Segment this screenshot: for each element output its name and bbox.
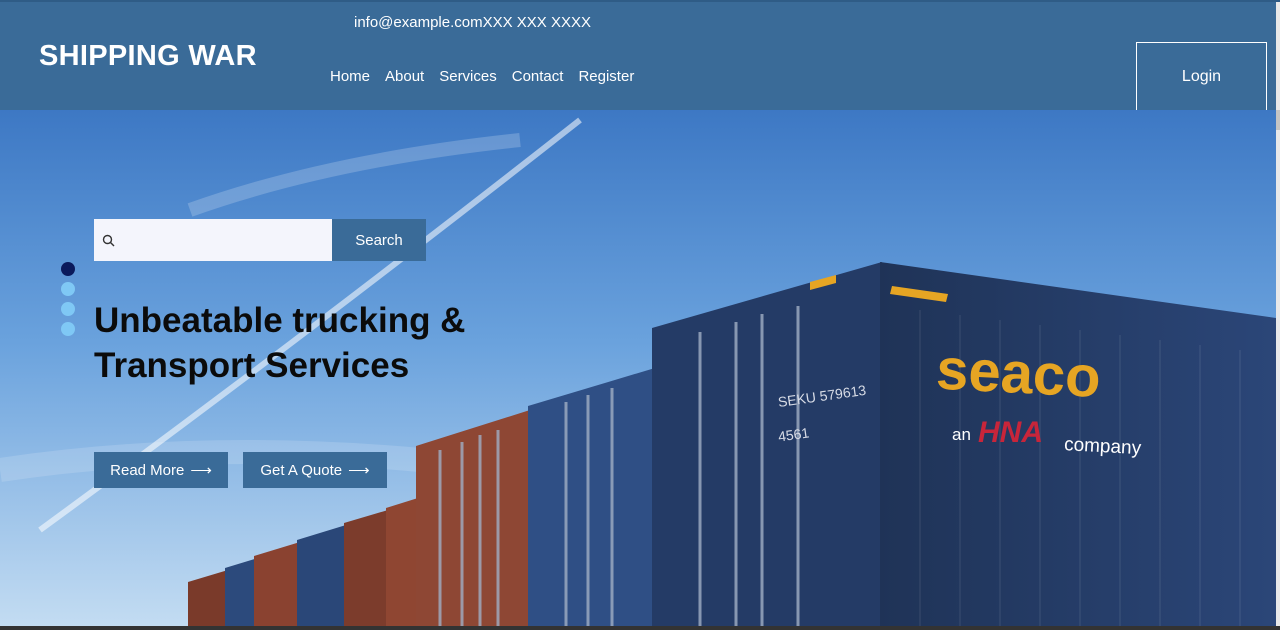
slider-dot-4[interactable] [61, 322, 75, 336]
nav-home[interactable]: Home [330, 68, 370, 85]
search-field[interactable] [94, 219, 332, 261]
bottom-edge [0, 626, 1280, 630]
login-button[interactable]: Login [1136, 42, 1267, 112]
contact-info: info@example.comXXX XXX XXXX [354, 14, 591, 31]
nav-services[interactable]: Services [439, 68, 497, 85]
hero-banner: seaco an HNA company SEKU 579613 4561 Se… [0, 110, 1276, 626]
arrow-right-icon: ⟶ [190, 462, 212, 479]
read-more-button[interactable]: Read More ⟶ [94, 452, 228, 488]
page-scrollbar[interactable] [1276, 2, 1280, 630]
site-logo[interactable]: SHIPPING WAR [39, 40, 257, 73]
nav-contact[interactable]: Contact [512, 68, 564, 85]
svg-text:company: company [1064, 434, 1143, 459]
get-quote-label: Get A Quote [260, 461, 343, 479]
arrow-right-icon: ⟶ [348, 462, 370, 479]
slider-dot-3[interactable] [61, 302, 75, 316]
slider-dots [61, 262, 75, 342]
scrollbar-thumb[interactable] [1276, 110, 1280, 130]
site-header: info@example.comXXX XXX XXXX SHIPPING WA… [0, 0, 1280, 112]
search-icon [94, 234, 122, 247]
slider-dot-1[interactable] [61, 262, 75, 276]
search-input[interactable] [122, 220, 322, 260]
svg-text:SEKU 579613: SEKU 579613 [777, 382, 867, 410]
seaco-logo-text: seaco [935, 337, 1103, 411]
svg-text:4561: 4561 [777, 424, 810, 444]
get-quote-button[interactable]: Get A Quote ⟶ [243, 452, 387, 488]
svg-text:an: an [952, 425, 971, 444]
read-more-label: Read More [110, 461, 185, 479]
nav-register[interactable]: Register [578, 68, 634, 85]
slider-dot-2[interactable] [61, 282, 75, 296]
hero-headline: Unbeatable trucking & Transport Services [94, 301, 466, 385]
main-nav: Home About Services Contact Register [330, 68, 634, 85]
svg-text:HNA: HNA [978, 416, 1043, 449]
search-button[interactable]: Search [332, 219, 426, 261]
nav-about[interactable]: About [385, 68, 424, 85]
